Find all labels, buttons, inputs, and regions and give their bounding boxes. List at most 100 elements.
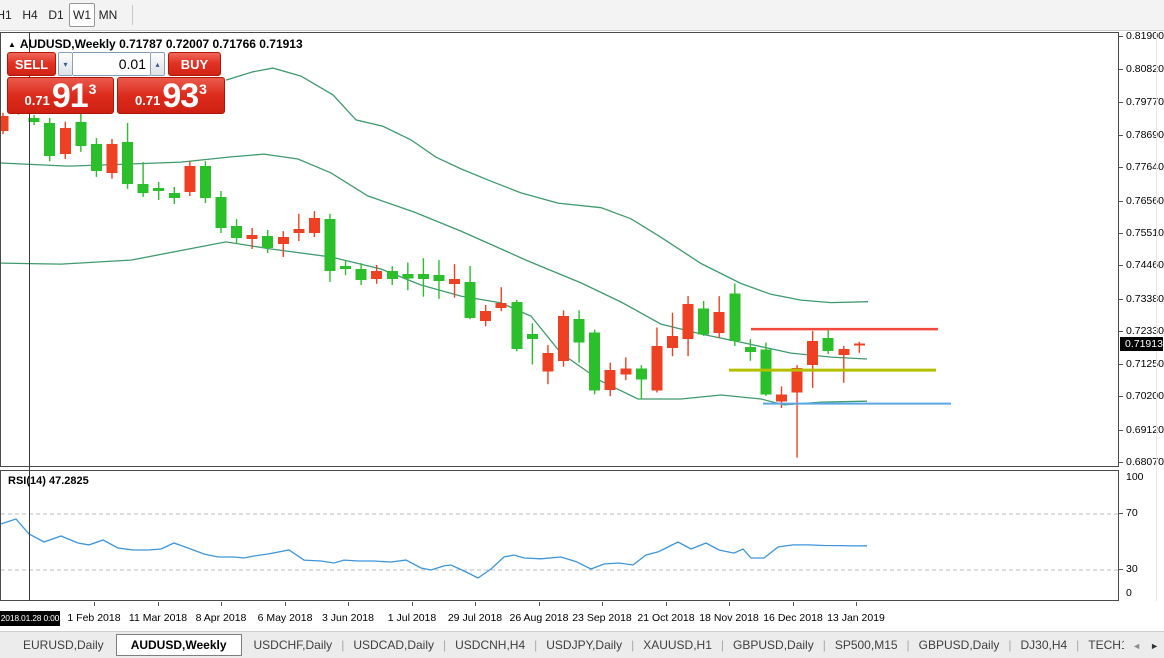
toolbar-separator (132, 5, 133, 25)
tab-scroll-left-icon[interactable]: ◄ (1132, 641, 1141, 651)
chart-tab-dj30-10[interactable]: DJ30,H4 (1011, 634, 1076, 656)
candle (247, 235, 258, 239)
candle (667, 336, 678, 348)
rsi-axis-label: 100 (1126, 471, 1144, 483)
rsi-axis-label: 70 (1126, 507, 1138, 519)
timeframe-button-mn[interactable]: MN (95, 3, 121, 27)
candle (200, 166, 211, 198)
candle (29, 118, 40, 122)
rsi-chart-canvas[interactable] (1, 471, 1118, 600)
price-axis-label: 0.70200 (1126, 390, 1164, 402)
price-axis-label: 0.75510 (1126, 227, 1164, 239)
candle (449, 279, 460, 284)
price-chart-pane[interactable]: ▲AUDUSD,Weekly 0.71787 0.72007 0.71766 0… (0, 32, 1119, 467)
candle (745, 347, 756, 352)
price-axis-label: 0.74460 (1126, 259, 1164, 271)
candle (589, 333, 600, 391)
candle (1, 116, 9, 131)
candle (558, 316, 569, 361)
crosshair-vline (29, 32, 30, 601)
price-axis-label: 0.78690 (1126, 129, 1164, 141)
chart-tab-sp500-8[interactable]: SP500,M15 (826, 634, 907, 656)
candle (402, 274, 413, 279)
candle (823, 338, 834, 351)
candle (776, 395, 787, 402)
chart-tab-gbpusd-9[interactable]: GBPUSD,Daily (910, 634, 1009, 656)
sell-price-big: 91 (52, 79, 88, 113)
price-axis-label: 0.77640 (1126, 161, 1164, 173)
chart-tab-xauusd-6[interactable]: XAUUSD,H1 (634, 634, 721, 656)
price-axis-label: 0.76560 (1126, 195, 1164, 207)
volume-input[interactable] (73, 52, 150, 76)
timeframe-button-h4[interactable]: H4 (17, 3, 43, 27)
buy-price-prefix: 0.71 (135, 93, 160, 108)
collapse-triangle-icon: ▲ (8, 40, 16, 49)
price-axis: 0.71913 0.819000.808200.797700.786900.77… (1119, 32, 1164, 467)
candle (574, 319, 585, 342)
candle (356, 269, 367, 280)
candle (122, 142, 133, 184)
rsi-axis-label: 0 (1126, 587, 1132, 599)
candle (138, 184, 149, 193)
price-axis-label: 0.81900 (1126, 30, 1164, 42)
volume-increase-button[interactable]: ▴ (150, 52, 165, 76)
price-axis-label: 0.69120 (1126, 424, 1164, 436)
rsi-indicator-pane[interactable]: RSI(14) 47.2825 (0, 470, 1119, 601)
chart-tab-usdcnh-4[interactable]: USDCNH,H4 (446, 634, 534, 656)
timeframe-button-w1[interactable]: W1 (69, 3, 95, 27)
window-edge-line (1156, 32, 1157, 601)
current-price-tag: 0.71913 (1120, 337, 1163, 351)
candle (496, 303, 507, 308)
chart-tab-usdjpy-5[interactable]: USDJPY,Daily (537, 634, 631, 656)
candle (309, 218, 320, 233)
buy-button[interactable]: BUY (168, 52, 221, 76)
candle (216, 197, 227, 228)
candle (75, 122, 86, 146)
candle (278, 237, 289, 244)
candle (91, 144, 102, 171)
chart-tab-gbpusd-7[interactable]: GBPUSD,Daily (724, 634, 823, 656)
chart-title: ▲AUDUSD,Weekly 0.71787 0.72007 0.71766 0… (8, 37, 303, 51)
candle (325, 219, 336, 271)
volume-decrease-button[interactable]: ▾ (58, 52, 73, 76)
timeframe-toolbar: H1H4D1W1MN (0, 0, 1164, 31)
candle (169, 193, 180, 198)
chart-tab-usdchf-2[interactable]: USDCHF,Daily (245, 634, 342, 656)
chart-tab-audusd-1[interactable]: AUDUSD,Weekly (116, 634, 242, 656)
sell-price-prefix: 0.71 (25, 93, 50, 108)
candle (527, 334, 538, 339)
candle (153, 188, 164, 191)
sell-button[interactable]: SELL (7, 52, 56, 76)
time-axis: 2018.01.28 0:00 1 Feb 201811 Mar 20188 A… (0, 601, 1164, 631)
tab-scroll-right-icon[interactable]: ► (1150, 641, 1159, 651)
candle (651, 346, 662, 391)
candle (760, 349, 771, 394)
candle (107, 144, 118, 173)
candle (807, 341, 818, 365)
candle (729, 294, 740, 341)
sell-price-sup: 3 (89, 81, 97, 97)
candle (231, 226, 242, 238)
chart-tab-usdcad-3[interactable]: USDCAD,Daily (344, 634, 443, 656)
candle (293, 229, 304, 233)
candle (184, 166, 195, 192)
timeframe-button-d1[interactable]: D1 (43, 3, 69, 27)
sell-price-box[interactable]: 0.71 91 3 (7, 77, 114, 114)
candle (543, 353, 554, 371)
candle (340, 266, 351, 269)
time-axis-label: 13 Jan 2019 (811, 612, 901, 624)
candle (418, 274, 429, 279)
chevron-up-icon: ▴ (155, 60, 159, 69)
candle (838, 349, 849, 355)
candle (371, 271, 382, 279)
bollinger-upper-band (226, 68, 868, 303)
rsi-name: RSI(14) (8, 475, 46, 487)
buy-price-big: 93 (162, 79, 198, 113)
chart-tab-eurusd-0[interactable]: EURUSD,Daily (14, 634, 113, 656)
buy-price-box[interactable]: 0.71 93 3 (117, 77, 225, 114)
candle (44, 123, 55, 156)
price-axis-label: 0.68070 (1126, 456, 1164, 468)
candle (465, 282, 476, 318)
price-axis-label: 0.71250 (1126, 358, 1164, 370)
timeframe-button-h1[interactable]: H1 (0, 3, 17, 27)
